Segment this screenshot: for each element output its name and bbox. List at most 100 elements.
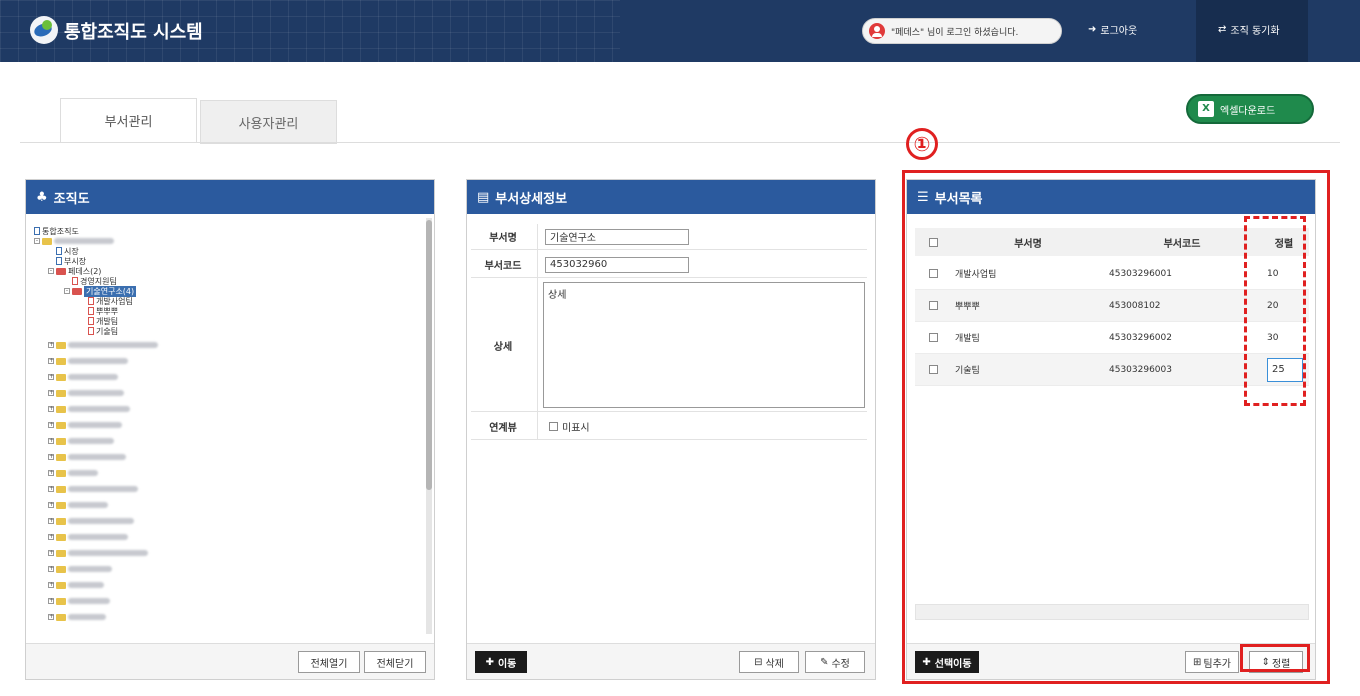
redacted-label <box>68 582 104 588</box>
tree-node-blurred[interactable]: + <box>48 340 158 350</box>
tree-node-blurred[interactable]: + <box>48 484 138 494</box>
tab-dept-management[interactable]: 부서관리 <box>60 98 197 142</box>
folder-icon <box>42 237 52 245</box>
redacted-label <box>68 454 126 460</box>
tree-node-blurred[interactable]: + <box>48 500 108 510</box>
org-tree: 통합조직도 - 시장 부시장 - 페데스(2) 경영지원팀 - 기술연구소(4)… <box>32 222 422 632</box>
tree-node-blurred[interactable]: + <box>48 564 112 574</box>
logout-button[interactable]: ➜ 로그아웃 <box>1088 22 1137 37</box>
redacted-label <box>68 406 130 412</box>
expand-toggle-icon: + <box>48 373 55 380</box>
expand-toggle-icon: + <box>48 565 55 572</box>
logout-label: 로그아웃 <box>1100 26 1138 37</box>
delete-button[interactable]: ⊟ 삭제 <box>739 651 799 673</box>
dept-name-input[interactable]: 기술연구소 <box>545 228 689 245</box>
tree-item[interactable]: 기술팀 <box>88 326 118 336</box>
sync-icon: ⇄ <box>1218 24 1227 35</box>
tree-node-blurred[interactable]: + <box>48 516 134 526</box>
tree-item[interactable]: 시장 <box>56 246 79 256</box>
sync-button[interactable]: ⇄ 조직 동기화 <box>1218 22 1280 37</box>
page-icon <box>88 327 94 335</box>
page-icon <box>56 257 62 265</box>
expand-toggle-icon: + <box>48 581 55 588</box>
tree-node-blurred[interactable]: + <box>48 404 130 414</box>
hide-checkbox[interactable] <box>549 422 558 431</box>
folder-icon <box>56 565 66 573</box>
edit-button[interactable]: ✎ 수정 <box>805 651 865 673</box>
user-icon <box>869 23 885 39</box>
folder-icon <box>56 341 66 349</box>
login-message: "페데스" 님이 로그인 하셨습니다. <box>891 27 1019 38</box>
tree-node-blurred[interactable]: + <box>48 388 124 398</box>
redacted-label <box>68 358 128 364</box>
tree-selected-node[interactable]: - 기술연구소(4) <box>64 285 137 297</box>
folder-icon <box>56 597 66 605</box>
annotation-sort-column-box <box>1244 216 1306 406</box>
redacted-label <box>68 518 134 524</box>
redacted-label <box>54 238 114 244</box>
redacted-label <box>68 614 106 620</box>
hide-option[interactable]: 미표시 <box>549 419 590 434</box>
dept-detail-panel: ▤ 부서상세정보 부서명 기술연구소 부서코드 453032960 상세 상세 … <box>466 179 876 680</box>
expand-toggle-icon: + <box>48 341 55 348</box>
tree-node-blurred[interactable]: + <box>48 532 128 542</box>
expand-toggle-icon: + <box>48 533 55 540</box>
folder-icon <box>56 613 66 621</box>
tree-node-blurred[interactable]: + <box>48 420 122 430</box>
expand-toggle-icon: + <box>48 597 55 604</box>
folder-icon <box>56 533 66 541</box>
tree-node-blurred[interactable]: + <box>48 372 118 382</box>
tree-group[interactable]: - 페데스(2) <box>48 266 101 276</box>
move-label: 이동 <box>497 658 517 670</box>
sync-label: 조직 동기화 <box>1230 26 1280 37</box>
folder-icon <box>56 453 66 461</box>
folder-icon <box>56 357 66 365</box>
tree-root[interactable]: 통합조직도 <box>34 226 79 236</box>
tab-user-management[interactable]: 사용자관리 <box>200 100 337 144</box>
expand-toggle-icon: + <box>48 613 55 620</box>
expand-toggle-icon: + <box>48 437 55 444</box>
dept-code-input[interactable]: 453032960 <box>545 256 689 273</box>
redacted-label <box>68 342 158 348</box>
expand-toggle-icon: + <box>48 501 55 508</box>
move-button[interactable]: ✚ 이동 <box>475 651 527 673</box>
tree-node-blurred[interactable]: + <box>48 436 114 446</box>
folder-icon <box>56 581 66 589</box>
expand-all-button[interactable]: 전체열기 <box>298 651 360 673</box>
org-tree-scroll-thumb[interactable] <box>426 220 432 490</box>
logo-icon <box>30 16 58 44</box>
app-root: 통합조직도 시스템 "페데스" 님이 로그인 하셨습니다. ➜ 로그아웃 ⇄ 조… <box>0 0 1360 696</box>
excel-icon: X <box>1198 101 1214 117</box>
folder-icon <box>56 501 66 509</box>
redacted-label <box>68 566 112 572</box>
annotation-sort-button-box <box>1240 644 1310 672</box>
tree-item[interactable]: 개발팀 <box>88 316 118 326</box>
org-chart-icon: ♣ <box>36 189 48 205</box>
expand-toggle-icon: + <box>48 357 55 364</box>
tree-item[interactable]: 개발사업팀 <box>88 296 133 306</box>
expand-toggle-icon: + <box>48 517 55 524</box>
excel-download-button[interactable]: X 엑셀다운로드 <box>1186 94 1314 124</box>
dept-name-row: 부서명 기술연구소 <box>471 224 867 250</box>
tree-item[interactable]: 뿌뿌뿌 <box>88 306 118 316</box>
tree-node-blurred[interactable]: + <box>48 580 104 590</box>
tree-node-blurred[interactable]: + <box>48 596 110 606</box>
tree-node-blurred[interactable]: + <box>48 356 128 366</box>
dept-detail-textarea[interactable]: 상세 <box>543 282 865 408</box>
folder-icon <box>56 549 66 557</box>
redacted-label <box>68 502 108 508</box>
tree-item[interactable]: 부시장 <box>56 256 86 266</box>
delete-label: 삭제 <box>765 658 784 670</box>
redacted-label <box>68 470 98 476</box>
tree-node-blurred[interactable]: + <box>48 468 98 478</box>
folder-icon <box>56 405 66 413</box>
tree-node-blurred[interactable]: + <box>48 612 106 622</box>
tree-node-blurred[interactable]: + <box>48 452 126 462</box>
tree-item[interactable]: 경영지원팀 <box>72 276 117 286</box>
form-divider <box>537 224 538 440</box>
tree-node-blurred[interactable]: + <box>48 548 148 558</box>
tree-node-blurred[interactable]: - <box>34 236 114 246</box>
dept-name-label: 부서명 <box>489 233 517 244</box>
hide-option-label: 미표시 <box>562 423 590 434</box>
collapse-all-button[interactable]: 전체닫기 <box>364 651 426 673</box>
